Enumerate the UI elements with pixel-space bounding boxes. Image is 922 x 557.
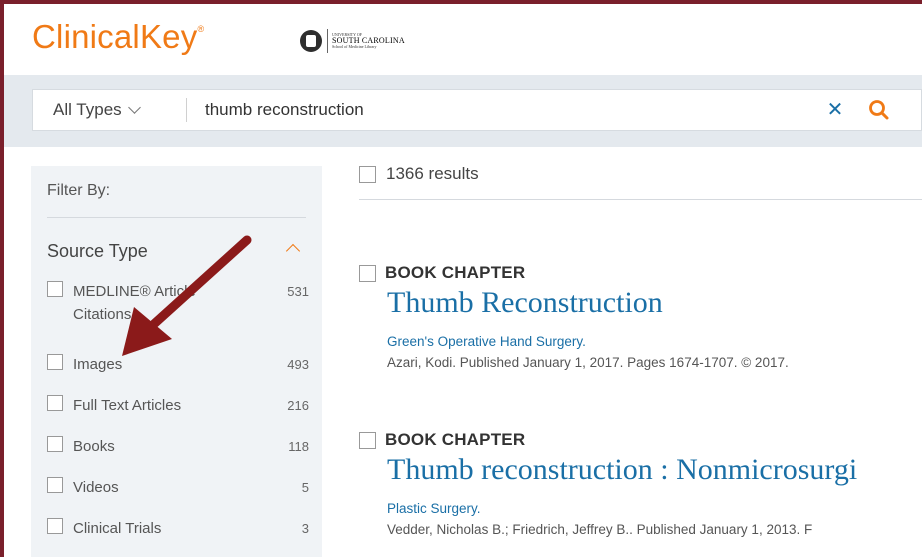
logo-registered-mark: ® — [197, 24, 205, 34]
result-meta: Vedder, Nicholas B.; Friedrich, Jeffrey … — [387, 522, 813, 537]
source-type-heading[interactable]: Source Type — [47, 241, 148, 262]
facet-label: MEDLINE® Article Citations — [73, 283, 196, 323]
institution-line3: School of Medicine Library — [332, 44, 377, 49]
facet-checkbox[interactable] — [47, 354, 63, 370]
facet-videos[interactable]: Videos 5 — [47, 476, 309, 499]
logo-text: ClinicalKey — [32, 18, 198, 55]
result-source-link[interactable]: Plastic Surgery. — [387, 501, 922, 516]
result-type-row: BOOK CHAPTER — [359, 263, 922, 283]
facet-checkbox[interactable] — [47, 436, 63, 452]
facet-medline-citations[interactable]: MEDLINE® Article Citations 531 — [47, 280, 309, 330]
result-title-link[interactable]: Thumb Reconstruction — [387, 286, 922, 320]
facet-label: Images — [73, 356, 123, 373]
facet-checkbox[interactable] — [47, 281, 63, 297]
facet-images[interactable]: Images 493 — [47, 353, 309, 376]
facet-count: 493 — [287, 357, 309, 372]
search-band: All Types ✕ — [4, 75, 922, 147]
results-header: 1366 results — [359, 162, 479, 186]
search-input[interactable] — [205, 95, 805, 125]
search-box: All Types ✕ — [32, 89, 922, 131]
result-title-link[interactable]: Thumb reconstruction : Nonmicrosurgi — [387, 453, 922, 487]
institution-name: UNIVERSITY OF SOUTH CAROLINA School of M… — [332, 33, 405, 49]
facet-count: 531 — [287, 284, 309, 299]
result-type: BOOK CHAPTER — [385, 263, 526, 282]
facet-books[interactable]: Books 118 — [47, 435, 309, 458]
university-seal-icon — [300, 30, 322, 52]
content-type-dropdown[interactable]: All Types — [33, 90, 186, 130]
facet-checkbox[interactable] — [47, 477, 63, 493]
facet-checkbox[interactable] — [47, 395, 63, 411]
results-divider — [359, 199, 922, 200]
facet-count: 216 — [287, 398, 309, 413]
search-button[interactable] — [866, 97, 892, 123]
result-meta: Azari, Kodi. Published January 1, 2017. … — [387, 355, 789, 370]
result-checkbox[interactable] — [359, 431, 376, 449]
search-icon — [869, 100, 889, 120]
facet-label: Books — [73, 438, 115, 455]
filter-by-heading: Filter By: — [47, 182, 111, 199]
chevron-up-icon[interactable] — [285, 243, 301, 259]
result-item: BOOK CHAPTER Thumb Reconstruction Green'… — [359, 263, 922, 370]
result-checkbox[interactable] — [359, 264, 376, 282]
facet-label: Videos — [73, 479, 119, 496]
result-source-link[interactable]: Green's Operative Hand Surgery. — [387, 334, 922, 349]
facet-count: 118 — [288, 439, 309, 454]
search-divider — [186, 98, 187, 122]
result-type-row: BOOK CHAPTER — [359, 430, 922, 450]
facet-checkbox[interactable] — [47, 518, 63, 534]
select-all-checkbox[interactable] — [359, 165, 376, 183]
filter-sidebar: Filter By: Source Type MEDLINE® Article … — [31, 166, 322, 557]
institution-logo: UNIVERSITY OF SOUTH CAROLINA School of M… — [300, 29, 405, 53]
clinicalkey-logo[interactable]: ClinicalKey® — [32, 18, 204, 56]
close-icon: ✕ — [826, 99, 844, 121]
facet-label: Clinical Trials — [73, 520, 162, 537]
clear-search-button[interactable]: ✕ — [823, 98, 847, 122]
results-count: 1366 results — [386, 164, 479, 183]
site-header: ClinicalKey® UNIVERSITY OF SOUTH CAROLIN… — [4, 4, 922, 75]
content-type-label: All Types — [53, 100, 122, 119]
page-frame: ClinicalKey® UNIVERSITY OF SOUTH CAROLIN… — [0, 0, 922, 557]
facet-count: 5 — [301, 480, 309, 495]
facet-full-text-articles[interactable]: Full Text Articles 216 — [47, 394, 309, 417]
facet-count: 3 — [301, 521, 309, 536]
chevron-down-icon — [127, 100, 141, 114]
logo-divider — [327, 29, 328, 53]
result-type: BOOK CHAPTER — [385, 430, 526, 449]
facet-label: Full Text Articles — [73, 397, 182, 414]
sidebar-divider — [47, 217, 306, 218]
facet-clinical-trials[interactable]: Clinical Trials 3 — [47, 517, 309, 540]
result-item: BOOK CHAPTER Thumb reconstruction : Nonm… — [359, 430, 922, 537]
